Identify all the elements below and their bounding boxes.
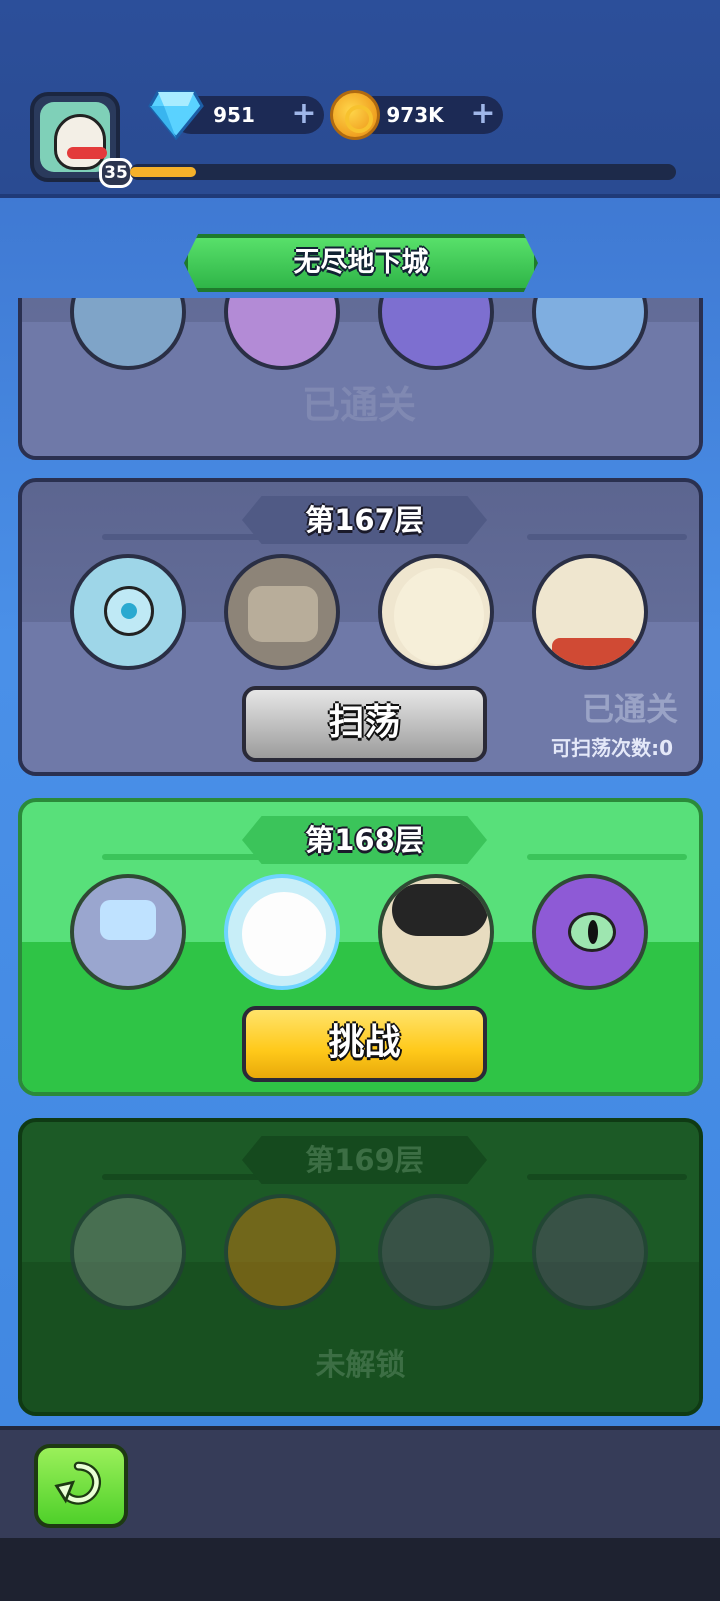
floor-card-167: 第167层 扫荡 已通关 可扫荡次数:0 [18, 478, 703, 776]
gem-icon [148, 90, 204, 140]
sweep-button[interactable]: 扫荡 [242, 686, 487, 762]
floor-divider-right [527, 1174, 687, 1180]
player-level-badge: 35 [99, 158, 133, 188]
back-button[interactable] [34, 1444, 128, 1528]
avatar-head [54, 114, 107, 170]
floor-status-locked: 未解锁 [315, 1348, 406, 1383]
monster-ice-fly-portrait[interactable] [70, 874, 186, 990]
challenge-button[interactable]: 挑战 [242, 1006, 487, 1082]
monster-maid-ghost-2-portrait [532, 1194, 648, 1310]
gold-coin-icon [330, 90, 380, 140]
floor-divider-right [527, 534, 687, 540]
monster-pumpkin-portrait [224, 1194, 340, 1310]
monster-maid-ghost-portrait [378, 1194, 494, 1310]
monster-white-ghost-portrait[interactable] [224, 874, 340, 990]
floor-card-168: 第168层 挑战 [18, 798, 703, 1096]
floor-label: 第167层 [305, 503, 424, 537]
back-arrow-icon [54, 1461, 101, 1505]
floor-card-169: 第169层 未解锁 [18, 1118, 703, 1416]
monster-grinning-ghost-portrait[interactable] [378, 554, 494, 670]
monster-purple-cyclops-portrait[interactable] [532, 874, 648, 990]
floor-status-cleared: 已通关 [582, 690, 679, 728]
floor-divider-right [527, 854, 687, 860]
floor-label: 第168层 [305, 823, 424, 857]
floor-divider-left [102, 854, 262, 860]
floor-divider-left [102, 1174, 262, 1180]
monster-grinning-ghost-red-portrait[interactable] [532, 554, 648, 670]
avatar-portrait [40, 102, 110, 172]
floor-card-166: 已通关 [18, 298, 703, 460]
monster-spiked-rock-portrait[interactable] [224, 554, 340, 670]
xp-progress-bar [130, 164, 676, 180]
monster-eyeball-portrait[interactable] [70, 554, 186, 670]
avatar-headband [67, 147, 107, 159]
monster-skull-pompadour-portrait[interactable] [378, 874, 494, 990]
floor-label: 第169层 [305, 1143, 424, 1177]
page-title: 无尽地下城 [293, 247, 429, 278]
floor-list[interactable]: 已通关 第167层 扫荡 已通关 可扫荡次数:0 第168层 挑战 第169层 … [0, 298, 720, 1426]
floor-divider-left [102, 534, 262, 540]
system-nav-area [0, 1538, 720, 1601]
add-gems-plus-icon[interactable]: + [290, 99, 318, 129]
monster-gray-fly-portrait [70, 1194, 186, 1310]
add-gold-plus-icon[interactable]: + [469, 99, 497, 129]
sweep-count-text: 可扫荡次数:0 [551, 736, 673, 760]
floor-status-cleared: 已通关 [302, 383, 417, 427]
xp-progress-fill [130, 167, 196, 177]
